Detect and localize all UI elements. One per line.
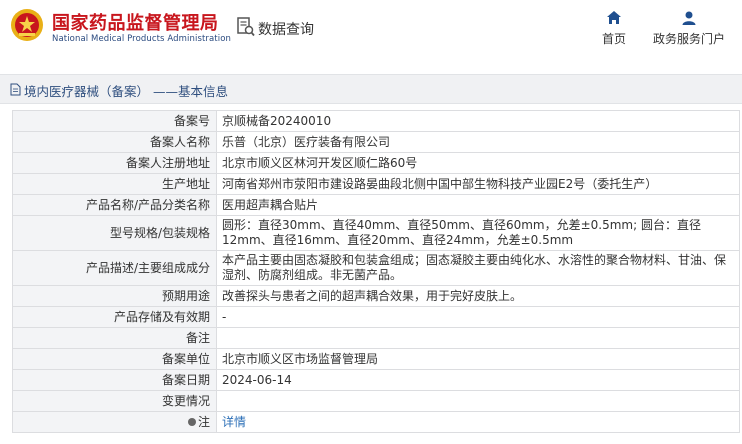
- table-row: 变更情况: [12, 390, 740, 412]
- row-label-description: 产品描述/主要组成成分: [12, 250, 217, 286]
- row-value-filer-address: 北京市顺义区林河开发区顺仁路60号: [216, 152, 740, 174]
- row-value-filing-unit: 北京市顺义区市场监督管理局: [216, 348, 740, 370]
- row-label-remarks: 备注: [12, 327, 217, 349]
- row-label-filing-unit: 备案单位: [12, 348, 217, 370]
- table-row: 备案人名称 乐普（北京）医疗装备有限公司: [12, 131, 740, 153]
- table-row: 备注: [12, 327, 740, 349]
- row-label-filing-date: 备案日期: [12, 369, 217, 391]
- row-label-note: 注: [12, 411, 217, 433]
- row-label-model-spec: 型号规格/包装规格: [12, 215, 217, 251]
- table-row: 产品存储及有效期 -: [12, 306, 740, 328]
- nav-service-portal[interactable]: 政务服务门户: [650, 10, 728, 47]
- user-icon: [682, 11, 696, 25]
- row-value-model-spec: 圆形：直径30mm、直径40mm、直径50mm、直径60mm，允差±0.5mm;…: [216, 215, 740, 251]
- row-value-storage-validity: -: [216, 306, 740, 328]
- table-row: 产品描述/主要组成成分 本产品主要由固态凝胶和包装盒组成；固态凝胶主要由纯化水、…: [12, 250, 740, 286]
- row-value-production-address: 河南省郑州市荥阳市建设路晏曲段北侧中国中部生物科技产业园E2号（委托生产）: [216, 173, 740, 195]
- row-label-production-address: 生产地址: [12, 173, 217, 195]
- site-header: 国家药品监督管理局 National Medical Products Admi…: [0, 0, 742, 62]
- national-emblem-logo[interactable]: [10, 8, 44, 42]
- table-row: 备案日期 2024-06-14: [12, 369, 740, 391]
- record-info-table: 备案号 京顺械备20240010 备案人名称 乐普（北京）医疗装备有限公司 备案…: [12, 110, 740, 433]
- note-icon: [187, 418, 196, 426]
- section-title: 境内医疗器械（备案） ——基本信息: [24, 84, 228, 99]
- table-row: 备案单位 北京市顺义区市场监督管理局: [12, 348, 740, 370]
- table-row: 生产地址 河南省郑州市荥阳市建设路晏曲段北侧中国中部生物科技产业园E2号（委托生…: [12, 173, 740, 195]
- nav-home-label: 首页: [601, 32, 626, 46]
- data-query-icon[interactable]: [237, 17, 255, 37]
- row-value-description: 本产品主要由固态凝胶和包装盒组成；固态凝胶主要由纯化水、水溶性的聚合物材料、甘油…: [216, 250, 740, 286]
- row-label-note-text: 注: [197, 414, 210, 429]
- home-icon: [607, 11, 621, 24]
- row-value-product-name: 医用超声耦合贴片: [216, 194, 740, 216]
- brand-title[interactable]: 国家药品监督管理局: [52, 9, 219, 35]
- table-row: 预期用途 改善探头与患者之间的超声耦合效果，用于完好皮肤上。: [12, 285, 740, 307]
- row-value-record-number: 京顺械备20240010: [216, 110, 740, 132]
- row-label-intended-use: 预期用途: [12, 285, 217, 307]
- table-row: 产品名称/产品分类名称 医用超声耦合贴片: [12, 194, 740, 216]
- document-icon: [10, 83, 21, 96]
- row-label-record-number: 备案号: [12, 110, 217, 132]
- row-value-filer-name: 乐普（北京）医疗装备有限公司: [216, 131, 740, 153]
- row-label-change-status: 变更情况: [12, 390, 217, 412]
- table-row: 备案号 京顺械备20240010: [12, 110, 740, 132]
- row-value-filing-date: 2024-06-14: [216, 369, 740, 391]
- data-query-label[interactable]: 数据查询: [258, 19, 314, 39]
- table-row: 备案人注册地址 北京市顺义区林河开发区顺仁路60号: [12, 152, 740, 174]
- row-label-filer-address: 备案人注册地址: [12, 152, 217, 174]
- row-label-product-name: 产品名称/产品分类名称: [12, 194, 217, 216]
- row-value-remarks: [216, 327, 740, 349]
- row-value-change-status: [216, 390, 740, 412]
- brand-subtitle: National Medical Products Administration: [52, 34, 231, 44]
- row-label-storage-validity: 产品存储及有效期: [12, 306, 217, 328]
- details-link[interactable]: 详情: [222, 415, 246, 429]
- section-header: 境内医疗器械（备案） ——基本信息: [0, 74, 742, 104]
- nav-portal-label: 政务服务门户: [652, 32, 725, 46]
- nav-home[interactable]: 首页: [596, 10, 632, 47]
- table-row: 型号规格/包装规格 圆形：直径30mm、直径40mm、直径50mm、直径60mm…: [12, 215, 740, 251]
- row-label-filer-name: 备案人名称: [12, 131, 217, 153]
- table-row: 注 详情: [12, 411, 740, 433]
- row-value-note: 详情: [216, 411, 740, 433]
- row-value-intended-use: 改善探头与患者之间的超声耦合效果，用于完好皮肤上。: [216, 285, 740, 307]
